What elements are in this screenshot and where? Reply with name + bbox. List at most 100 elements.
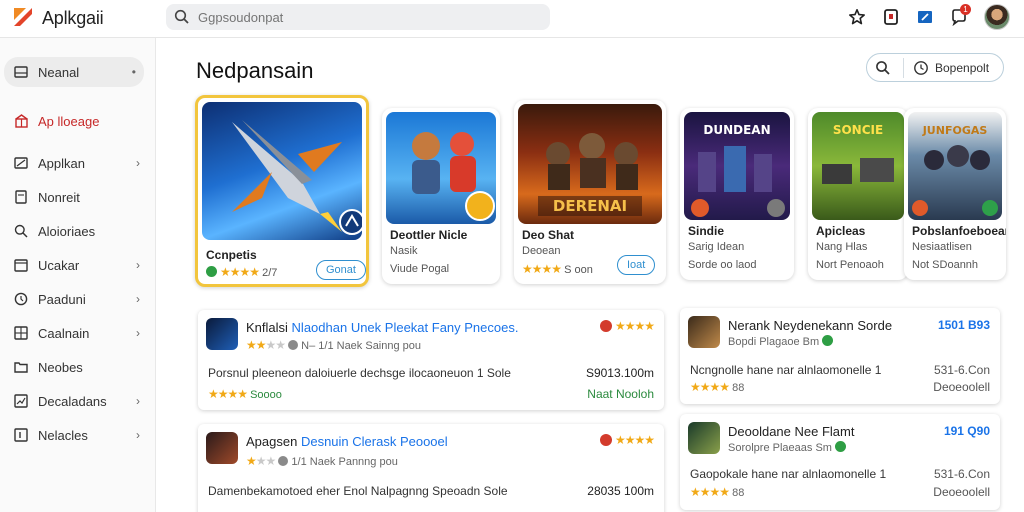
list-item[interactable]: Deooldane Nee Flamt 191 Q90 Sorolpre Pla… — [680, 414, 1000, 510]
list-item[interactable]: Nerank Neydenekann Sorde 1501 B93 Bopdi … — [680, 308, 1000, 404]
game-art: DUNDEAN — [684, 112, 790, 220]
verified-icon — [835, 441, 847, 452]
sidebar-item-nonreit[interactable]: Nonreit — [4, 182, 144, 212]
header-actions: Bopenpolt — [866, 53, 1004, 82]
featured-card[interactable]: SONCIE Apicleas Nang Hlas Nort Penoaoh — [808, 108, 908, 280]
list-item[interactable]: Apagsen Desnuin Clerask Peoooel ★★★★ ★★★… — [198, 424, 664, 512]
featured-card[interactable]: Deottler Nicle Nasik Viude Pogal — [382, 108, 500, 284]
notification-button[interactable]: 1 — [942, 2, 976, 32]
star-rating: ★★★★ — [522, 262, 562, 276]
star-icon — [849, 9, 865, 25]
report-button[interactable]: Bopenpolt — [935, 61, 989, 75]
sidebar-item-label: Ap lloeage — [38, 113, 100, 129]
list-item-footer: Deoeoolell — [933, 380, 990, 394]
star-rating: ★★★★ — [220, 265, 260, 279]
rating-badge: ★★★★ — [599, 319, 655, 333]
sidebar-item-promo[interactable]: Ap lloeage — [4, 106, 144, 136]
list-item-rating: ★★★★ 88 — [690, 380, 745, 394]
list-item[interactable]: Knflalsi Nlaodhan Unek Pleekat Fany Pnec… — [198, 310, 664, 410]
gift-icon — [12, 112, 30, 130]
sidebar-item-aloioriaes[interactable]: Aloioriaes — [4, 216, 144, 246]
featured-card[interactable]: DUNDEAN Sindie Sarig Idean Sorde oo laod — [680, 108, 794, 280]
folder-icon — [12, 358, 30, 376]
card-subtitle: Sarig Idean — [688, 241, 745, 253]
rocket-icon — [232, 120, 362, 235]
chevron-right-icon: › — [136, 156, 140, 170]
app-title[interactable]: Aplkgaii — [42, 8, 104, 29]
star-button[interactable] — [840, 2, 874, 32]
list-item-description: Gaopokale hane nar alnlaomonelle 1 — [690, 467, 887, 481]
get-button[interactable]: Ioat — [617, 255, 656, 275]
card-meta: Not SDoannh — [912, 259, 979, 271]
card-rating: ★★★★ 2/7 — [206, 265, 277, 279]
sidebar-item-label: Neobes — [38, 359, 83, 375]
verified-icon — [822, 335, 834, 346]
inbox-icon — [12, 63, 30, 81]
list-item-description: Porsnul pleeneon daloiuerle dechsge iloc… — [208, 366, 511, 380]
game-art: SONCIE — [812, 112, 904, 220]
notification-badge: 1 — [960, 4, 971, 15]
card-meta: Sorde oo laod — [688, 259, 757, 271]
sidebar-item-label: Nelacles — [38, 427, 88, 443]
card-title: Deo Shat — [522, 228, 575, 242]
chart-icon — [12, 392, 30, 410]
sidebar-item-caalnain[interactable]: Caalnain › — [4, 318, 144, 348]
top-icons: 1 — [840, 2, 1010, 32]
sidebar-item-label: Caalnain — [38, 325, 90, 341]
list-item-subtitle: Sorolpre Plaeaas Sm — [728, 441, 849, 454]
sidebar-item-ucakar[interactable]: Ucakar › — [4, 250, 144, 280]
download-icon — [918, 11, 932, 23]
characters-icon — [412, 132, 495, 221]
featured-card[interactable]: DERENAI Deo Shat Deoean ★★★★ S oon Ioat — [514, 100, 666, 284]
list-item-description: Damenbekamotoed eher Enol Nalpagnng Speo… — [208, 484, 508, 498]
page-title: Nedpansain — [196, 58, 314, 83]
search-icon — [12, 222, 30, 240]
sidebar-item-decaladans[interactable]: Decaladans › — [4, 386, 144, 416]
list-item-price: 28035 100m — [587, 484, 654, 498]
apps-icon — [12, 154, 30, 172]
sidebar-item-applkan[interactable]: Applkan › — [4, 148, 144, 178]
chevron-right-icon: › — [136, 394, 140, 408]
list-item-subprice: Naat Nooloh — [587, 387, 654, 401]
list-item-subtitle: Bopdi Plagaoe Bm — [728, 335, 836, 348]
sidebar-item-label: Neanal — [38, 64, 80, 80]
rating-badge: ★★★★ — [599, 433, 655, 447]
avatar[interactable] — [984, 4, 1010, 30]
art-title: SONCIE — [833, 123, 883, 137]
verified-icon — [206, 266, 217, 277]
app-icon — [206, 318, 238, 350]
card-rating: ★★★★ S oon — [522, 262, 593, 276]
bookmark-button[interactable] — [874, 2, 908, 32]
featured-card[interactable]: Ccnpetis ★★★★ 2/7 Gonat — [195, 95, 369, 287]
sidebar-item-paaduni[interactable]: Paaduni › — [4, 284, 144, 314]
chevron-right-icon: › — [136, 292, 140, 306]
divider — [903, 58, 904, 78]
sidebar-item-label: Ucakar — [38, 257, 80, 273]
grid-icon — [12, 324, 30, 342]
chevron-right-icon: › — [136, 326, 140, 340]
sidebar-item-neobes[interactable]: Neobes — [4, 352, 144, 382]
app-logo-icon[interactable] — [12, 6, 34, 28]
search-bar[interactable] — [166, 4, 550, 30]
game-art — [202, 102, 362, 240]
search-icon[interactable] — [875, 60, 891, 76]
featured-card[interactable]: JUNFOGAS Pobslanfoeboeans Nesiaatlisen N… — [904, 108, 1006, 280]
tanks-icon: SONCIE — [822, 123, 894, 184]
sidebar-item-neanal[interactable]: Neanal • — [4, 57, 144, 87]
chevron-right-icon: › — [136, 258, 140, 272]
sidebar-item-label: Applkan — [38, 155, 85, 171]
bookmark-icon — [884, 9, 898, 25]
search-input[interactable] — [198, 7, 528, 27]
list-item-price-secondary: 531-6.Con — [933, 363, 990, 377]
download-button[interactable] — [908, 2, 942, 32]
get-button[interactable]: Gonat — [316, 260, 366, 280]
card-title: Deottler Nicle — [390, 228, 468, 242]
sidebar-item-nelacles[interactable]: Nelacles › — [4, 420, 144, 450]
rating-row: ★★★★ N– 1/1 Naek Sainng pou — [246, 338, 422, 352]
search-icon — [174, 9, 189, 24]
list-item-link[interactable]: Nlaodhan Unek Pleekat Fany Pnecoes. — [292, 320, 519, 335]
clock-icon — [12, 290, 30, 308]
list-item-link[interactable]: Desnuin Clerask Peoooel — [301, 434, 448, 449]
history-icon — [914, 61, 928, 75]
list-icon — [12, 426, 30, 444]
